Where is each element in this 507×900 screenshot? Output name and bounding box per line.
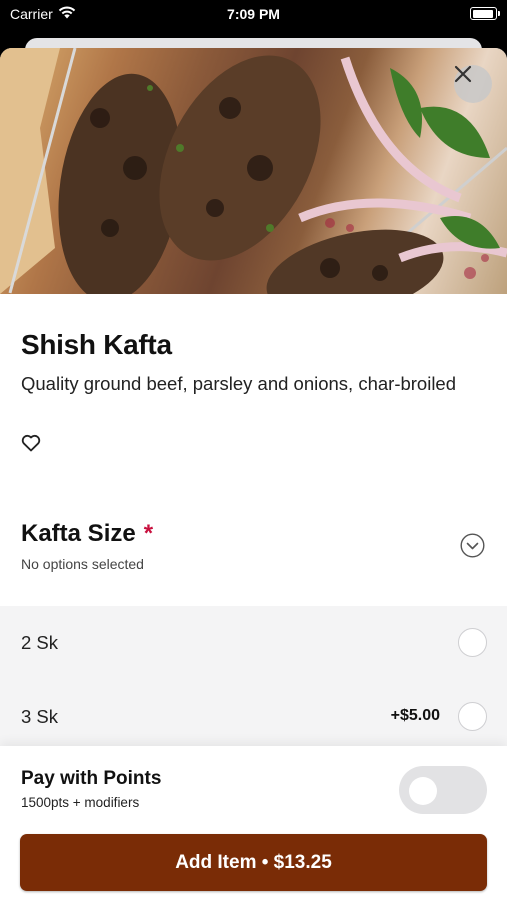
option-row[interactable]: 2 Sk xyxy=(0,606,507,680)
option-row[interactable]: 3 Sk +$5.00 xyxy=(0,680,507,754)
pay-with-points-label: Pay with Points xyxy=(21,768,162,789)
option-label: 3 Sk xyxy=(21,706,59,727)
option-price: +$5.00 xyxy=(390,707,440,724)
required-marker: * xyxy=(143,520,154,547)
battery-icon xyxy=(470,7,500,20)
modifier-options: 2 Sk 3 Sk +$5.00 xyxy=(0,606,507,751)
chevron-down-icon[interactable] xyxy=(460,533,485,558)
close-button[interactable] xyxy=(454,65,492,103)
close-icon xyxy=(454,65,472,83)
points-cost: 1500pts + modifiers xyxy=(21,795,140,810)
heart-icon[interactable] xyxy=(21,434,41,452)
option-radio[interactable] xyxy=(458,628,487,657)
status-bar: Carrier 7:09 PM xyxy=(0,0,507,32)
modifier-group-label: Kafta Size xyxy=(21,520,136,547)
modifier-group-status: No options selected xyxy=(21,556,144,572)
item-description: Quality ground beef, parsley and onions,… xyxy=(21,373,457,394)
option-radio[interactable] xyxy=(458,702,487,731)
item-detail-sheet: Shish Kafta Quality ground beef, parsley… xyxy=(0,48,507,900)
bottom-action-bar: Pay with Points 1500pts + modifiers Add … xyxy=(0,746,507,900)
item-photo xyxy=(0,48,507,294)
pay-with-points-toggle[interactable] xyxy=(399,766,487,814)
option-label: 2 Sk xyxy=(21,632,59,653)
toggle-knob xyxy=(409,777,437,805)
add-item-button[interactable]: Add Item • $13.25 xyxy=(20,834,487,891)
modifier-group-title: Kafta Size * xyxy=(21,520,153,548)
status-time: 7:09 PM xyxy=(227,6,280,22)
item-title: Shish Kafta xyxy=(21,329,172,360)
